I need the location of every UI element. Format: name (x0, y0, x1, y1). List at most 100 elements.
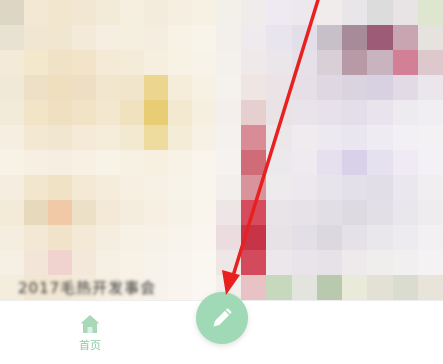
mosaic-tile (417, 0, 443, 25)
mosaic-tile (241, 25, 267, 50)
mosaic-tile (192, 75, 216, 100)
mosaic-tile (266, 175, 292, 200)
mosaic-tile (168, 125, 192, 150)
feed-card-title[interactable]: 2017毛热开发事会 (18, 276, 218, 300)
mosaic-tile (216, 100, 242, 125)
mosaic-tile (24, 75, 48, 100)
mosaic-tile (291, 75, 317, 100)
mosaic-tile (417, 250, 443, 275)
mosaic-tile (417, 75, 443, 100)
mosaic-tile (48, 250, 72, 275)
mosaic-tile (192, 200, 216, 225)
mosaic-tile (144, 200, 168, 225)
tab-home[interactable]: 首页 (60, 309, 120, 359)
mosaic-tile (168, 200, 192, 225)
mosaic-tile (0, 75, 24, 100)
mosaic-tile (120, 150, 144, 175)
mosaic-tile (216, 150, 242, 175)
mosaic-tile (192, 0, 216, 25)
mosaic-tile (342, 250, 368, 275)
mosaic-tile (168, 50, 192, 75)
feed-content: 2017毛热开发事会 (0, 0, 443, 305)
mosaic-tile (367, 75, 393, 100)
feed-card-right-image[interactable] (216, 0, 443, 300)
mosaic-tile (316, 0, 343, 25)
mosaic-tile (367, 150, 393, 175)
mosaic-tile (266, 75, 292, 100)
mosaic-tile (0, 25, 24, 50)
mosaic-tile (48, 125, 72, 150)
mosaic-tile (48, 100, 72, 125)
mosaic-tile (266, 200, 292, 225)
mosaic-tile (120, 0, 144, 25)
mosaic-tile (168, 0, 192, 25)
mosaic-tile (316, 150, 343, 175)
mosaic-tile (266, 0, 292, 25)
mosaic-tile (291, 200, 317, 225)
mosaic-tile (392, 125, 418, 150)
mosaic-tile (342, 50, 368, 75)
mosaic-tile (192, 50, 216, 75)
mosaic-tile (120, 50, 144, 75)
mosaic-tile (120, 75, 144, 100)
mosaic-tile (48, 25, 72, 50)
mosaic-tile (216, 175, 242, 200)
mosaic-tile (367, 0, 393, 25)
mosaic-tile (216, 200, 242, 225)
mosaic-tile (24, 25, 48, 50)
mosaic-tile (24, 250, 48, 275)
mosaic-tile (0, 250, 24, 275)
mosaic-tile (192, 100, 216, 125)
mosaic-tile (0, 100, 24, 125)
mosaic-tile (241, 275, 267, 300)
mosaic-tile (316, 200, 343, 225)
mosaic-tile (291, 175, 317, 200)
mosaic-tile (144, 175, 168, 200)
mosaic-tile (291, 150, 317, 175)
mosaic-tile (96, 25, 120, 50)
mosaic-tile (266, 100, 292, 125)
mosaic-tile (120, 225, 144, 250)
mosaic-tile (392, 25, 418, 50)
mosaic-tile (144, 0, 168, 25)
mosaic-tile (192, 225, 216, 250)
mosaic-tile (316, 75, 343, 100)
mosaic-tile (144, 75, 168, 100)
mosaic-tile (291, 100, 317, 125)
mosaic-tile (168, 225, 192, 250)
mosaic-tile (24, 100, 48, 125)
mosaic-tile (417, 275, 443, 300)
mosaic-tile (168, 175, 192, 200)
mosaic-tile (266, 50, 292, 75)
mosaic-tile (216, 250, 242, 275)
mosaic-tile (120, 250, 144, 275)
mosaic-tile (120, 25, 144, 50)
mosaic-tile (0, 0, 24, 25)
mosaic-tile (392, 175, 418, 200)
mosaic-tile (144, 25, 168, 50)
mosaic-tile (342, 225, 368, 250)
mosaic-tile (120, 125, 144, 150)
mosaic-tile (168, 150, 192, 175)
mosaic-tile (120, 100, 144, 125)
mosaic-tile (96, 250, 120, 275)
mosaic-tile (144, 250, 168, 275)
mosaic-tile (96, 50, 120, 75)
mosaic-tile (48, 75, 72, 100)
mosaic-tile (417, 225, 443, 250)
mosaic-tile (316, 225, 343, 250)
compose-button[interactable] (196, 292, 248, 344)
pencil-icon (213, 308, 232, 327)
mosaic-tile (96, 175, 120, 200)
mosaic-tile (417, 200, 443, 225)
mosaic-tile (48, 225, 72, 250)
mosaic-tile (24, 125, 48, 150)
mosaic-tile (291, 25, 317, 50)
mosaic-tile (168, 250, 192, 275)
mosaic-tile (367, 100, 393, 125)
mosaic-tile (316, 275, 343, 300)
tab-home-label: 首页 (79, 339, 101, 352)
mosaic-tile (291, 0, 317, 25)
feed-card-left-image[interactable] (0, 0, 216, 300)
mosaic-tile (241, 250, 267, 275)
